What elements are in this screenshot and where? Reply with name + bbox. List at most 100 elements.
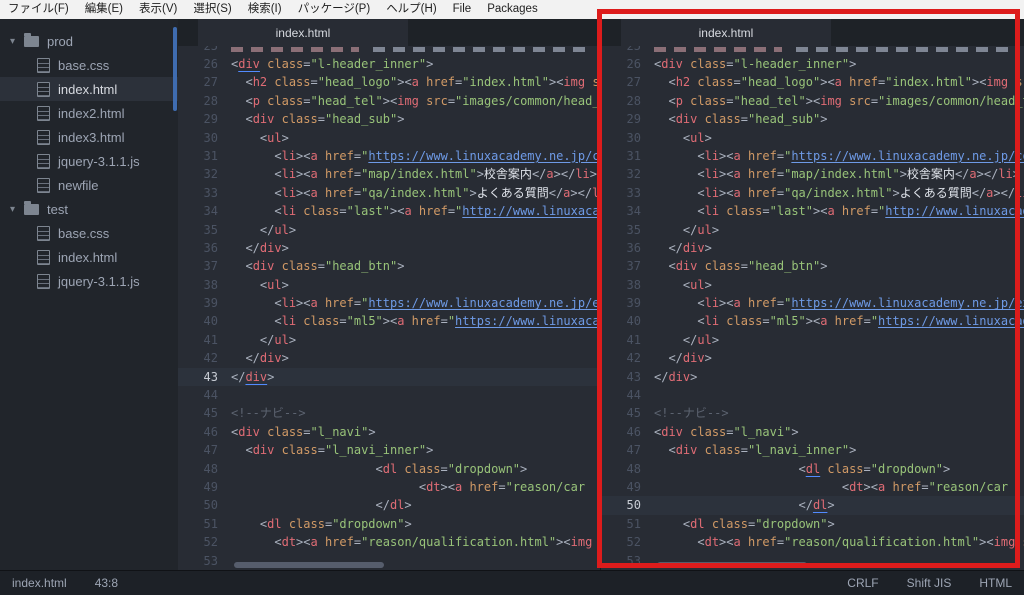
tab-index-html[interactable]: index.html	[621, 19, 831, 46]
code-line[interactable]: 45<!--ナビ-->	[601, 404, 1024, 422]
code-line[interactable]: 43</div>	[601, 368, 1024, 386]
file-item-newfile[interactable]: newfile	[0, 173, 178, 197]
token: h2	[676, 75, 690, 89]
code-line[interactable]: 28 <p class="head_tel"><img src="images/…	[178, 92, 600, 110]
token	[654, 259, 668, 273]
code-line[interactable]: 44	[601, 386, 1024, 404]
token: </	[799, 498, 813, 512]
sidebar-scrollbar[interactable]	[173, 27, 177, 111]
folder-item-prod[interactable]: ▾prod	[0, 29, 178, 53]
code-line[interactable]: 43</div>	[178, 368, 600, 386]
file-item-index-html[interactable]: index.html	[0, 245, 178, 269]
token: <	[697, 296, 704, 310]
file-item-index3-html[interactable]: index3.html	[0, 125, 178, 149]
code-line[interactable]: 33 <li><a href="qa/index.html">よくある質問</a…	[178, 184, 600, 202]
code-line[interactable]: 45<!--ナビ-->	[178, 404, 600, 422]
token: >	[705, 241, 712, 255]
code-line[interactable]: 34 <li class="last"><a href="http://www.…	[178, 202, 600, 220]
code-line[interactable]: 40 <li class="ml5"><a href="https://www.…	[601, 312, 1024, 330]
code-line[interactable]: 38 <ul>	[178, 276, 600, 294]
code-line[interactable]: 51 <dl class="dropdown">	[601, 515, 1024, 533]
code-line[interactable]: 44	[178, 386, 600, 404]
code-line[interactable]: 27 <h2 class="head_logo"><a href="index.…	[178, 73, 600, 91]
code-line[interactable]: 32 <li><a href="map/index.html">校舎案内</a>…	[601, 165, 1024, 183]
code-line[interactable]: 26<div class="l-header_inner">	[601, 55, 1024, 73]
file-item-jquery-3-1-1-js[interactable]: jquery-3.1.1.js	[0, 269, 178, 293]
menu-item[interactable]: 表示(V)	[131, 0, 185, 19]
code-line[interactable]: 42 </div>	[178, 349, 600, 367]
code-line[interactable]: 49 <dt><a href="reason/car	[601, 478, 1024, 496]
code-line[interactable]: 47 <div class="l_navi_inner">	[601, 441, 1024, 459]
code-line[interactable]: 26<div class="l-header_inner">	[178, 55, 600, 73]
code-line[interactable]: 31 <li><a href="https://www.linuxacademy…	[178, 147, 600, 165]
code-line[interactable]: 29 <div class="head_sub">	[601, 110, 1024, 128]
code-line[interactable]: 31 <li><a href="https://www.linuxacademy…	[601, 147, 1024, 165]
code-line[interactable]: 29 <div class="head_sub">	[178, 110, 600, 128]
code-line[interactable]: 35 </ul>	[601, 221, 1024, 239]
code-line[interactable]: 42 </div>	[601, 349, 1024, 367]
code-line[interactable]: 51 <dl class="dropdown">	[178, 515, 600, 533]
menu-item[interactable]: 編集(E)	[77, 0, 131, 19]
file-item-base-css[interactable]: base.css	[0, 221, 178, 245]
code-line[interactable]: 52 <dt><a href="reason/qualification.htm…	[178, 533, 600, 551]
token: >	[705, 351, 712, 365]
code-line[interactable]: 25	[601, 46, 1024, 55]
code-line[interactable]: 41 </ul>	[178, 331, 600, 349]
status-encoding[interactable]: Shift JIS	[907, 576, 952, 590]
code-line[interactable]: 30 <ul>	[178, 129, 600, 147]
horizontal-scrollbar[interactable]	[657, 562, 807, 568]
code-line[interactable]: 47 <div class="l_navi_inner">	[178, 441, 600, 459]
file-item-jquery-3-1-1-js[interactable]: jquery-3.1.1.js	[0, 149, 178, 173]
code-line[interactable]: 35 </ul>	[178, 221, 600, 239]
menu-item[interactable]: File	[445, 0, 480, 19]
horizontal-scrollbar[interactable]	[234, 562, 384, 568]
token	[654, 278, 683, 292]
status-line-ending[interactable]: CRLF	[847, 576, 878, 590]
code-line[interactable]: 33 <li><a href="qa/index.html">よくある質問</a…	[601, 184, 1024, 202]
code-line[interactable]: 36 </div>	[601, 239, 1024, 257]
code-line[interactable]: 50 </dl>	[178, 496, 600, 514]
token: =	[441, 314, 448, 328]
code-line[interactable]: 52 <dt><a href="reason/qualification.htm…	[601, 533, 1024, 551]
token: =	[762, 204, 769, 218]
code-line[interactable]: 46<div class="l_navi">	[601, 423, 1024, 441]
code-line[interactable]: 25	[178, 46, 600, 55]
code-line[interactable]: 36 </div>	[178, 239, 600, 257]
code-line[interactable]: 27 <h2 class="head_logo"><a href="index.…	[601, 73, 1024, 91]
status-grammar[interactable]: HTML	[979, 576, 1012, 590]
folder-item-test[interactable]: ▾test	[0, 197, 178, 221]
code-line[interactable]: 39 <li><a href="https://www.linuxacademy…	[601, 294, 1024, 312]
file-icon	[37, 274, 50, 289]
menu-item[interactable]: 検索(I)	[240, 0, 290, 19]
code-line[interactable]: 50 </dl>	[601, 496, 1024, 514]
code-line[interactable]: 41 </ul>	[601, 331, 1024, 349]
code-line[interactable]: 28 <p class="head_tel"><img src="images/…	[601, 92, 1024, 110]
file-item-index-html[interactable]: index.html	[0, 77, 178, 101]
code-line[interactable]: 48 <dl class="dropdown">	[178, 460, 600, 478]
menu-item[interactable]: ヘルプ(H)	[378, 0, 444, 19]
token: li	[282, 167, 296, 181]
code-line[interactable]: 30 <ul>	[601, 129, 1024, 147]
token: <	[274, 314, 281, 328]
file-item-base-css[interactable]: base.css	[0, 53, 178, 77]
code-line[interactable]: 34 <li class="last"><a href="http://www.…	[601, 202, 1024, 220]
code-line[interactable]: 46<div class="l_navi">	[178, 423, 600, 441]
code-line[interactable]: 48 <dl class="dropdown">	[601, 460, 1024, 478]
file-label: index.html	[58, 82, 117, 97]
code-line[interactable]: 37 <div class="head_btn">	[178, 257, 600, 275]
status-cursor-position[interactable]: 43:8	[95, 576, 118, 590]
tab-index-html[interactable]: index.html	[198, 19, 408, 46]
code-line[interactable]: 37 <div class="head_btn">	[601, 257, 1024, 275]
code-line[interactable]: 39 <li><a href="https://www.linuxacademy…	[178, 294, 600, 312]
status-filename[interactable]: index.html	[12, 576, 67, 590]
code-line[interactable]: 40 <li class="ml5"><a href="https://www.…	[178, 312, 600, 330]
menu-item[interactable]: 選択(S)	[185, 0, 239, 19]
menu-item[interactable]: パッケージ(P)	[290, 0, 379, 19]
file-item-index2-html[interactable]: index2.html	[0, 101, 178, 125]
code-line[interactable]: 49 <dt><a href="reason/car	[178, 478, 600, 496]
code-line[interactable]: 38 <ul>	[601, 276, 1024, 294]
menu-item[interactable]: ファイル(F)	[0, 0, 77, 19]
code-line[interactable]: 32 <li><a href="map/index.html">校舎案内</a>…	[178, 165, 600, 183]
menu-item[interactable]: Packages	[479, 0, 546, 19]
file-tree-sidebar: ▾prodbase.cssindex.htmlindex2.htmlindex3…	[0, 19, 178, 570]
